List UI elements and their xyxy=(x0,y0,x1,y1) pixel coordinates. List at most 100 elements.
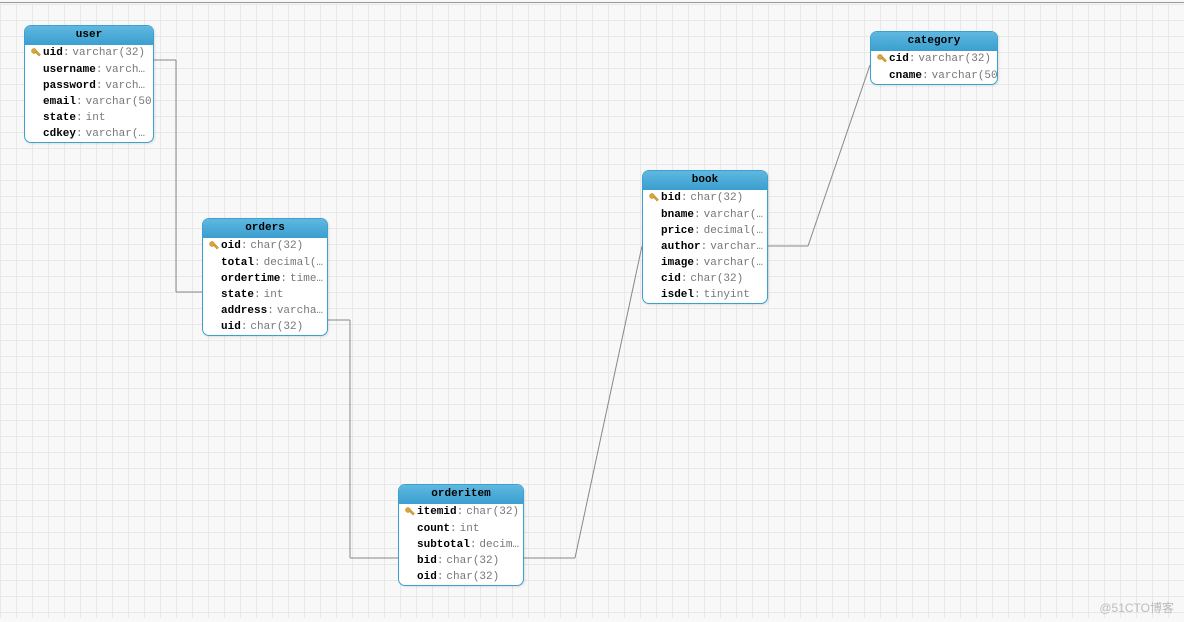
column-row[interactable]: oid: char(32) xyxy=(203,238,327,255)
colon: : xyxy=(63,47,70,59)
colon: : xyxy=(96,80,103,92)
column-name: username xyxy=(43,64,96,76)
column-type: char(32) xyxy=(446,571,499,583)
column-type: char(32) xyxy=(250,240,303,252)
column-type: varchar(32) xyxy=(918,53,991,65)
column-row[interactable]: uid: char(32) xyxy=(203,319,327,335)
column-row[interactable]: count: int xyxy=(399,521,523,537)
column-name: uid xyxy=(43,47,63,59)
column-name: state xyxy=(43,112,76,124)
column-type: varchar(50) xyxy=(932,70,998,82)
column-row[interactable]: ordertime: time… xyxy=(203,271,327,287)
canvas-grid xyxy=(0,4,1184,618)
colon: : xyxy=(437,555,444,567)
column-type: varchar… xyxy=(710,241,763,253)
table-book[interactable]: bookbid: char(32)bname: varchar(…price: … xyxy=(642,170,768,304)
column-row[interactable]: subtotal: decim… xyxy=(399,537,523,553)
column-row[interactable]: cid: varchar(32) xyxy=(871,51,997,68)
table-header-category[interactable]: category xyxy=(871,32,997,51)
column-type: char(32) xyxy=(446,555,499,567)
column-type: time… xyxy=(290,273,323,285)
colon: : xyxy=(694,289,701,301)
colon: : xyxy=(254,289,261,301)
column-type: int xyxy=(460,523,480,535)
column-type: varchar(… xyxy=(704,209,763,221)
column-row[interactable]: address: varcha… xyxy=(203,303,327,319)
colon: : xyxy=(241,321,248,333)
column-row[interactable]: uid: varchar(32) xyxy=(25,45,153,62)
colon: : xyxy=(701,241,708,253)
colon: : xyxy=(681,192,688,204)
column-type: char(32) xyxy=(690,273,743,285)
column-name: subtotal xyxy=(417,539,470,551)
column-type: int xyxy=(264,289,284,301)
key-icon xyxy=(29,47,43,60)
colon: : xyxy=(280,273,287,285)
column-type: varchar(… xyxy=(86,128,145,140)
colon: : xyxy=(254,257,261,269)
table-header-book[interactable]: book xyxy=(643,171,767,190)
table-orderitem[interactable]: orderitemitemid: char(32)count: intsubto… xyxy=(398,484,524,586)
table-user[interactable]: useruid: varchar(32)username: varch…pass… xyxy=(24,25,154,143)
table-header-orders[interactable]: orders xyxy=(203,219,327,238)
column-row[interactable]: bname: varchar(… xyxy=(643,207,767,223)
colon: : xyxy=(96,64,103,76)
colon: : xyxy=(450,523,457,535)
column-name: oid xyxy=(221,240,241,252)
column-name: total xyxy=(221,257,254,269)
column-name: password xyxy=(43,80,96,92)
table-header-user[interactable]: user xyxy=(25,26,153,45)
colon: : xyxy=(694,257,701,269)
column-row[interactable]: state: int xyxy=(203,287,327,303)
colon: : xyxy=(470,539,477,551)
column-name: price xyxy=(661,225,694,237)
column-row[interactable]: image: varchar(… xyxy=(643,255,767,271)
column-row[interactable]: email: varchar(50) xyxy=(25,94,153,110)
column-name: oid xyxy=(417,571,437,583)
colon: : xyxy=(457,506,464,518)
table-orders[interactable]: ordersoid: char(32)total: decimal(…order… xyxy=(202,218,328,336)
column-name: isdel xyxy=(661,289,694,301)
column-row[interactable]: cid: char(32) xyxy=(643,271,767,287)
colon: : xyxy=(76,128,83,140)
column-row[interactable]: cdkey: varchar(… xyxy=(25,126,153,142)
column-row[interactable]: price: decimal(… xyxy=(643,223,767,239)
column-row[interactable]: bid: char(32) xyxy=(643,190,767,207)
column-type: varch… xyxy=(105,64,145,76)
colon: : xyxy=(437,571,444,583)
column-name: address xyxy=(221,305,267,317)
column-row[interactable]: oid: char(32) xyxy=(399,569,523,585)
colon: : xyxy=(694,225,701,237)
column-type: varch… xyxy=(105,80,145,92)
colon: : xyxy=(76,112,83,124)
column-name: cdkey xyxy=(43,128,76,140)
table-header-orderitem[interactable]: orderitem xyxy=(399,485,523,504)
column-row[interactable]: bid: char(32) xyxy=(399,553,523,569)
column-row[interactable]: state: int xyxy=(25,110,153,126)
column-type: decimal(… xyxy=(264,257,323,269)
column-name: bname xyxy=(661,209,694,221)
column-row[interactable]: password: varch… xyxy=(25,78,153,94)
column-name: ordertime xyxy=(221,273,280,285)
colon: : xyxy=(267,305,274,317)
key-icon xyxy=(403,506,417,519)
column-type: varchar(50) xyxy=(86,96,154,108)
column-name: uid xyxy=(221,321,241,333)
column-name: email xyxy=(43,96,76,108)
column-row[interactable]: cname: varchar(50) xyxy=(871,68,997,84)
column-name: bid xyxy=(417,555,437,567)
column-type: tinyint xyxy=(704,289,750,301)
column-row[interactable]: isdel: tinyint xyxy=(643,287,767,303)
top-border xyxy=(0,2,1184,3)
colon: : xyxy=(241,240,248,252)
column-type: decim… xyxy=(479,539,519,551)
column-row[interactable]: itemid: char(32) xyxy=(399,504,523,521)
column-row[interactable]: total: decimal(… xyxy=(203,255,327,271)
column-row[interactable]: author: varchar… xyxy=(643,239,767,255)
table-category[interactable]: categorycid: varchar(32)cname: varchar(5… xyxy=(870,31,998,85)
colon: : xyxy=(76,96,83,108)
colon: : xyxy=(909,53,916,65)
column-type: int xyxy=(86,112,106,124)
column-type: char(32) xyxy=(466,506,519,518)
column-row[interactable]: username: varch… xyxy=(25,62,153,78)
